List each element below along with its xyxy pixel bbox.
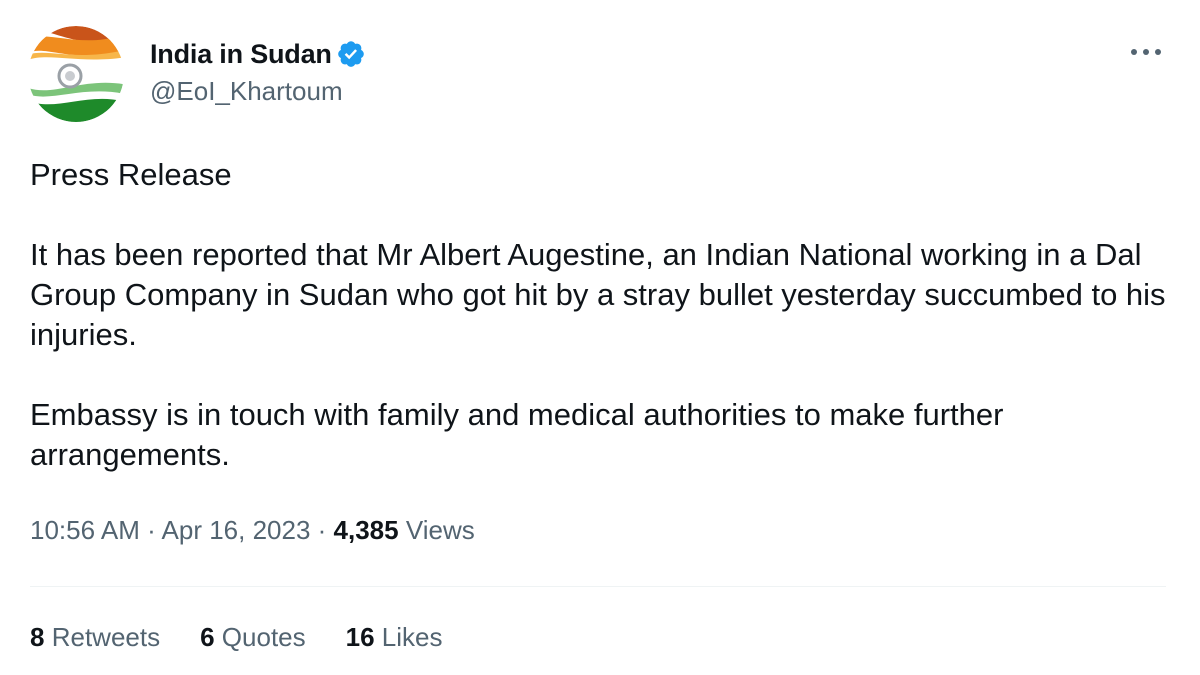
meta-separator: · bbox=[139, 515, 162, 545]
more-options-icon[interactable] bbox=[1126, 38, 1166, 66]
tweet-header: India in Sudan @EoI_Khartoum bbox=[28, 26, 1178, 126]
likes-stat[interactable]: 16 Likes bbox=[346, 622, 443, 653]
account-info: India in Sudan @EoI_Khartoum bbox=[150, 36, 366, 107]
retweets-count: 8 bbox=[30, 622, 45, 652]
divider bbox=[30, 586, 1166, 587]
quotes-label: Quotes bbox=[221, 622, 306, 652]
account-handle[interactable]: @EoI_Khartoum bbox=[150, 76, 366, 107]
tweet-text: Press Release It has been reported that … bbox=[30, 155, 1170, 475]
views-count: 4,385 bbox=[333, 515, 399, 545]
display-name[interactable]: India in Sudan bbox=[150, 39, 332, 70]
retweets-stat[interactable]: 8 Retweets bbox=[30, 622, 160, 653]
likes-label: Likes bbox=[381, 622, 443, 652]
tweet-paragraph: Embassy is in touch with family and medi… bbox=[30, 397, 1004, 472]
tweet-card: India in Sudan @EoI_Khartoum Press Relea… bbox=[0, 0, 1200, 675]
tweet-time[interactable]: 10:56 AM bbox=[30, 515, 140, 545]
tweet-stats: 8 Retweets 6 Quotes 16 Likes bbox=[30, 622, 482, 653]
name-row: India in Sudan bbox=[150, 36, 366, 72]
meta-separator: · bbox=[310, 515, 334, 545]
retweets-label: Retweets bbox=[51, 622, 161, 652]
tweet-meta: 10:56 AM · Apr 16, 2023 · 4,385 Views bbox=[30, 515, 475, 546]
quotes-count: 6 bbox=[200, 622, 215, 652]
tweet-paragraph: It has been reported that Mr Albert Auge… bbox=[30, 237, 1166, 352]
india-flag-avatar-icon[interactable] bbox=[28, 26, 124, 122]
tweet-title: Press Release bbox=[30, 157, 232, 192]
quotes-stat[interactable]: 6 Quotes bbox=[200, 622, 306, 653]
likes-count: 16 bbox=[345, 622, 375, 652]
views-label: Views bbox=[405, 515, 475, 545]
tweet-date[interactable]: Apr 16, 2023 bbox=[162, 515, 311, 545]
verified-badge-icon[interactable] bbox=[336, 39, 366, 69]
